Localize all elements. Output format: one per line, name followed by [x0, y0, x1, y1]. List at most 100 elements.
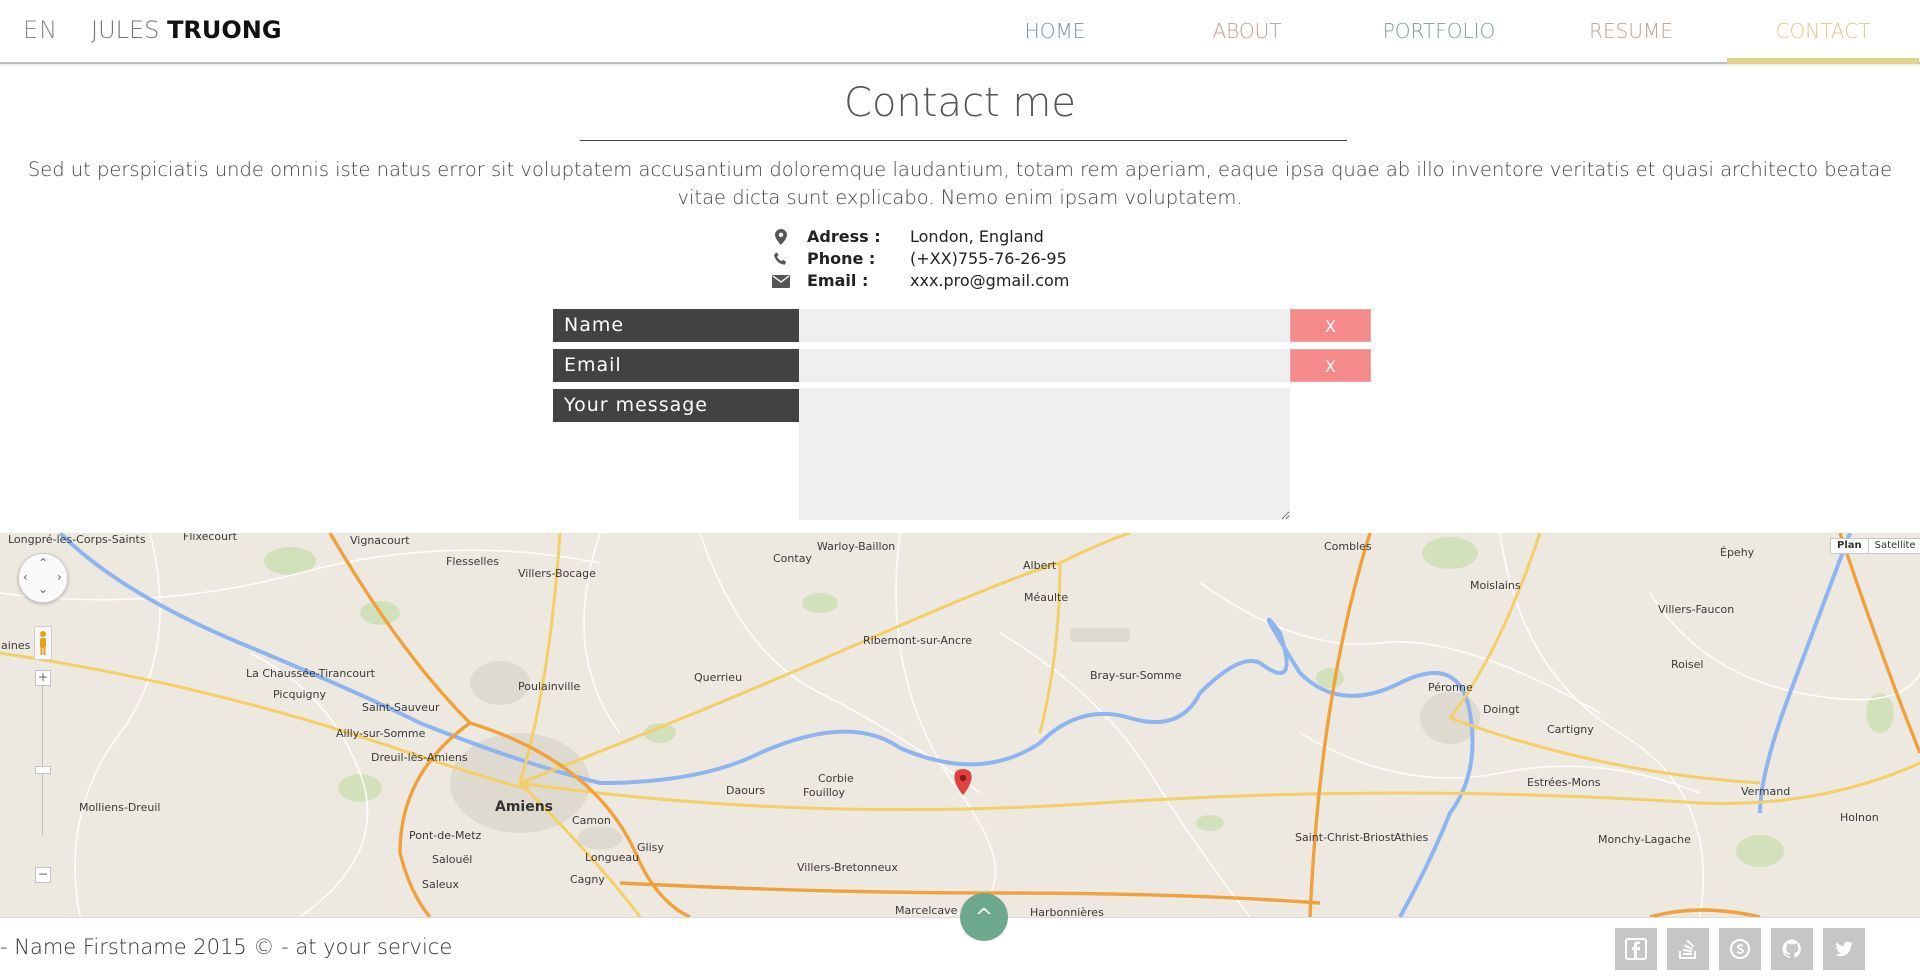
- envelope-icon: [770, 273, 792, 289]
- map-town-label: Épehy: [1720, 546, 1755, 559]
- copyright-text: - Name Firstname 2015 © - at your servic…: [0, 935, 453, 959]
- clear-email-button[interactable]: X: [1290, 349, 1371, 382]
- email-input[interactable]: [799, 349, 1290, 382]
- brand-first-name: JULES: [91, 16, 160, 44]
- map-town-label: Fouilloy: [803, 786, 846, 799]
- map-town-label: Ailly-sur-Somme: [336, 727, 426, 740]
- language-switch[interactable]: EN: [23, 16, 58, 44]
- contact-intro: Sed ut perspiciatis unde omnis iste natu…: [27, 158, 1893, 209]
- map-town-label: Longueau: [585, 851, 640, 864]
- detail-value[interactable]: xxx.pro@gmail.com: [910, 270, 1069, 292]
- nav-contact[interactable]: CONTACT: [1727, 0, 1919, 64]
- map-town-label: Vermand: [1741, 785, 1791, 798]
- map-town-label: Estrées-Mons: [1527, 776, 1601, 789]
- zoom-slider-track[interactable]: [42, 670, 43, 835]
- site-brand[interactable]: JULES TRUONG: [91, 16, 282, 44]
- contact-title: Contact me: [844, 80, 1076, 126]
- map-town-label: Péronne: [1428, 681, 1473, 694]
- map-town-label: Pont-de-Metz: [409, 829, 482, 842]
- map-town-label: Molliens-Dreuil: [79, 801, 161, 814]
- skype-icon[interactable]: [1719, 928, 1761, 970]
- map-town-label: Harbonnières: [1030, 906, 1104, 917]
- map-town-label: Villers-Bretonneux: [797, 861, 898, 874]
- map-town-label: Albert: [1023, 559, 1057, 572]
- map-type-plan[interactable]: Plan: [1831, 539, 1869, 553]
- map-town-label: Longpré-les-Corps-Saints: [8, 533, 146, 546]
- zoom-out-button[interactable]: −: [35, 867, 51, 883]
- street-view-pegman-icon[interactable]: [34, 626, 52, 660]
- map-town-label: Flesselles: [446, 555, 499, 568]
- map-town-label: Flixecourt: [183, 533, 237, 543]
- clear-name-button[interactable]: X: [1290, 309, 1371, 342]
- pan-down-icon[interactable]: ⌄: [38, 582, 48, 596]
- nav-portfolio[interactable]: PORTFOLIO: [1343, 0, 1535, 64]
- top-navbar: EN JULES TRUONG HOME ABOUT PORTFOLIO RES…: [0, 0, 1920, 64]
- map-town-label: Saleux: [422, 878, 460, 891]
- map-town-label: Glisy: [637, 841, 664, 854]
- nav-about[interactable]: ABOUT: [1151, 0, 1343, 64]
- pan-right-icon[interactable]: ›: [57, 570, 62, 584]
- map-town-label: Cagny: [570, 873, 605, 886]
- map-town-label: Contay: [773, 552, 812, 565]
- map-marker[interactable]: [954, 769, 972, 795]
- map-town-label: Villers-Faucon: [1658, 603, 1735, 616]
- map-town-label: Saint-Christ-Briost: [1295, 831, 1395, 844]
- email-label: Email: [553, 349, 799, 382]
- map-town-label: Méaulte: [1024, 591, 1069, 604]
- map-town-label: Combles: [1324, 540, 1372, 553]
- pan-left-icon[interactable]: ‹: [23, 570, 28, 584]
- zoom-in-button[interactable]: +: [35, 670, 51, 686]
- map-type-satellite[interactable]: Satellite: [1869, 539, 1920, 553]
- map-terrain: [0, 533, 1920, 917]
- title-divider: [580, 140, 1347, 141]
- map-town-label: Villers-Bocage: [518, 567, 596, 580]
- map-town-label: Bray-sur-Somme: [1090, 669, 1182, 682]
- google-map[interactable]: Longpré-les-Corps-Saints Flixecourt Vign…: [0, 533, 1920, 917]
- map-town-label: Ribemont-sur-Ancre: [863, 634, 972, 647]
- brand-last-name: TRUONG: [167, 16, 282, 44]
- map-town-label: Holnon: [1840, 811, 1879, 824]
- map-town-label: Doingt: [1483, 703, 1520, 716]
- detail-label: Adress :: [807, 227, 881, 246]
- map-town-label: Daours: [726, 784, 766, 797]
- name-input[interactable]: [799, 309, 1290, 342]
- nav-resume[interactable]: RESUME: [1535, 0, 1727, 64]
- map-town-label: Warloy-Baillon: [817, 540, 896, 553]
- map-town-label: Camon: [572, 814, 611, 827]
- facebook-icon[interactable]: [1615, 928, 1657, 970]
- map-town-label: La Chaussée-Tirancourt: [246, 667, 375, 680]
- name-label: Name: [553, 309, 799, 342]
- map-town-label: Roisel: [1671, 658, 1704, 671]
- detail-value: London, England: [910, 227, 1044, 246]
- map-town-label: Amiens: [495, 799, 554, 815]
- phone-icon: [770, 251, 792, 267]
- map-town-label: Cartigny: [1547, 723, 1594, 736]
- message-label: Your message: [553, 389, 799, 422]
- location-pin-icon: [770, 229, 792, 245]
- map-town-label: ıaines: [0, 639, 31, 652]
- map-town-label: Querrieu: [694, 671, 743, 684]
- detail-label: Email :: [807, 271, 869, 290]
- twitter-icon[interactable]: [1823, 928, 1865, 970]
- message-textarea[interactable]: [799, 388, 1290, 520]
- pan-control[interactable]: ⌃ ⌄ ‹ ›: [18, 553, 68, 603]
- map-town-label: Moislains: [1470, 579, 1521, 592]
- map-town-label: Vignacourt: [350, 534, 410, 547]
- scroll-to-top-button[interactable]: ^: [960, 893, 1008, 941]
- map-town-label: Picquigny: [273, 688, 326, 701]
- map-town-label: Salouël: [432, 853, 473, 866]
- map-type-control[interactable]: Plan Satellite: [1830, 538, 1920, 554]
- map-town-label: Monchy-Lagache: [1598, 833, 1691, 846]
- map-town-label: Corbie: [818, 772, 854, 785]
- nav-home[interactable]: HOME: [959, 0, 1151, 64]
- pan-up-icon[interactable]: ⌃: [38, 556, 48, 570]
- zoom-slider-handle[interactable]: [35, 766, 51, 774]
- github-icon[interactable]: [1771, 928, 1813, 970]
- page-footer: - Name Firstname 2015 © - at your servic…: [0, 917, 1920, 976]
- detail-value: (+XX)755-76-26-95: [910, 249, 1067, 268]
- map-town-label: Athies: [1394, 831, 1429, 844]
- detail-label: Phone :: [807, 249, 876, 268]
- map-town-label: Poulainville: [518, 680, 581, 693]
- stackoverflow-icon[interactable]: [1667, 928, 1709, 970]
- map-town-label: Dreuil-lès-Amiens: [371, 751, 468, 764]
